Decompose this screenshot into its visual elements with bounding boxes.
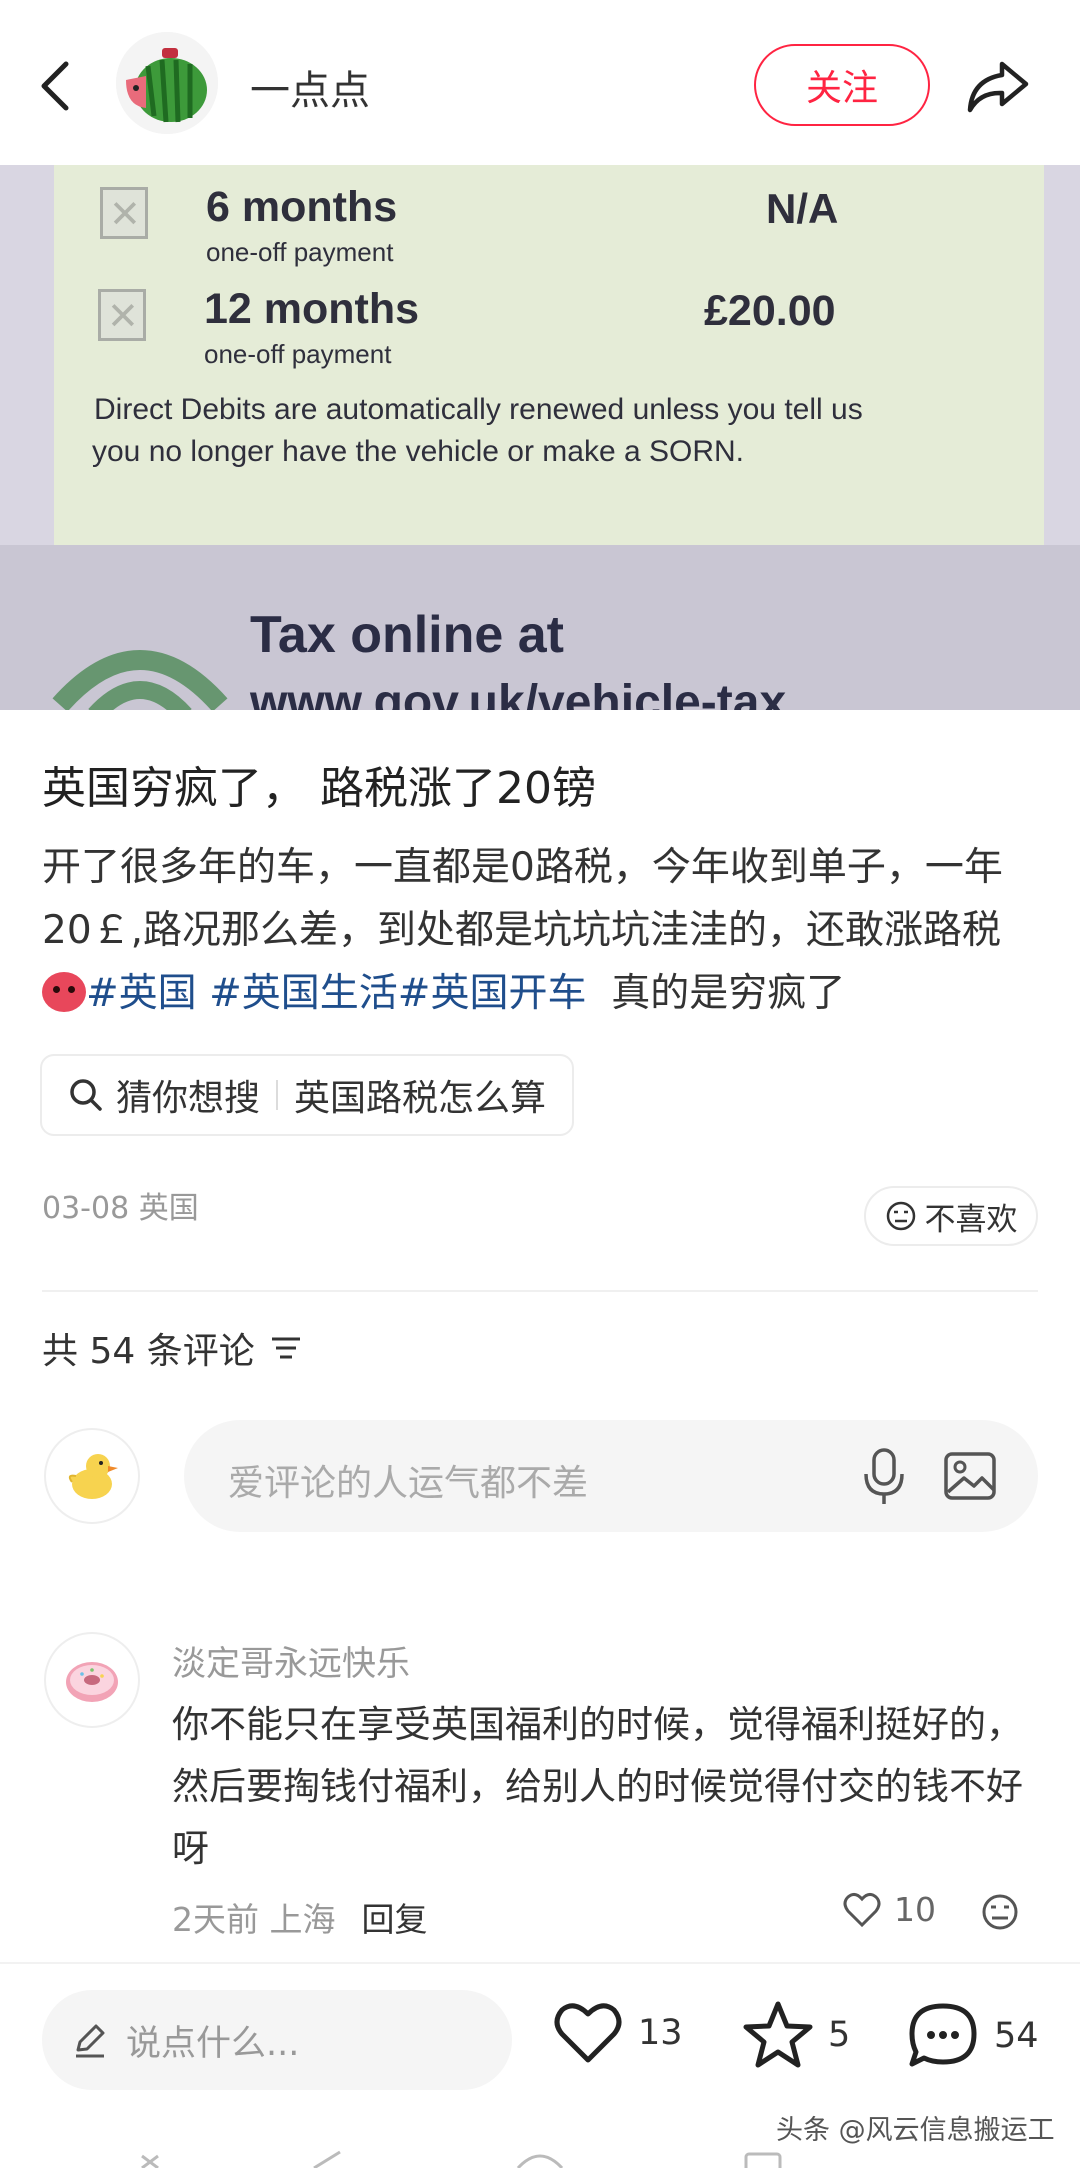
heart-icon (554, 2003, 622, 2063)
comment-dislike-button[interactable] (980, 1892, 1020, 1932)
commenter-name[interactable]: 淡定哥永远快乐 (172, 1636, 410, 1685)
nav-close-icon[interactable] (130, 2148, 170, 2168)
search-suggestion[interactable]: 猜你想搜 英国路税怎么算 (40, 1054, 575, 1136)
signal-logo-icon (52, 650, 228, 710)
search-icon (70, 1079, 102, 1111)
microphone-icon (864, 1448, 904, 1504)
comment-like-button[interactable]: 10 (842, 1890, 936, 1929)
suggestion-query: 英国路税怎么算 (294, 1078, 547, 1119)
checkbox-12-months (98, 289, 146, 341)
hashtag-uk-driving[interactable]: #英国开车 (398, 971, 587, 1016)
pencil-icon (76, 2024, 105, 2058)
watermelon-avatar-icon (116, 32, 218, 134)
term-6-months: 6 months (206, 183, 398, 231)
post-title: 英国穷疯了， 路税涨了20镑 (42, 763, 596, 814)
comment-meta: 2天前 上海 回复 (172, 1893, 428, 1941)
term-12-months: 12 months (204, 285, 420, 333)
follow-button[interactable]: 关注 (754, 44, 930, 126)
like-button[interactable]: 13 (552, 2000, 683, 2066)
hashtag-uk[interactable]: #英国 (86, 971, 197, 1016)
dislike-button[interactable]: 不喜欢 (864, 1186, 1038, 1246)
comment-input[interactable]: 爱评论的人运气都不差 (184, 1420, 1038, 1532)
donut-avatar-icon (66, 1662, 118, 1702)
reply-button[interactable]: 回复 (362, 1893, 428, 1941)
share-arrow-icon (967, 61, 1029, 113)
notice-line-1: Direct Debits are automatically renewed … (94, 393, 863, 426)
share-button[interactable] (962, 50, 1034, 122)
suggestion-prefix: 猜你想搜 (116, 1078, 261, 1119)
term-6-months-sub: one-off payment (206, 237, 394, 267)
suggestion-divider (276, 1080, 279, 1110)
my-avatar[interactable] (44, 1428, 140, 1524)
notice-line-2: you no longer have the vehicle or make a… (92, 435, 745, 468)
price-6-months: N/A (766, 185, 839, 232)
heart-icon (843, 1892, 881, 1927)
like-count: 13 (638, 2013, 683, 2053)
price-12-months: £20.00 (704, 287, 836, 335)
chat-bubble-icon (909, 2003, 977, 2067)
post-date-location: 03-08 英国 (42, 1191, 199, 1226)
back-button[interactable] (36, 56, 76, 116)
collect-count: 5 (828, 2015, 851, 2055)
commenter-avatar[interactable] (44, 1632, 140, 1728)
top-bar: 一点点 关注 (0, 0, 1080, 165)
hashtag-uk-life[interactable]: #英国生活 (209, 971, 398, 1016)
dislike-label: 不喜欢 (924, 1201, 1018, 1238)
say-something-placeholder: 说点什么... (126, 2023, 300, 2064)
comment-like-count: 10 (894, 1890, 936, 1929)
image-icon (944, 1452, 996, 1500)
section-divider (42, 1290, 1038, 1292)
post-photo[interactable]: 6 months one-off payment N/A 12 months o… (0, 165, 1080, 710)
term-12-months-sub: one-off payment (204, 339, 392, 369)
comment-text: 你不能只在享受英国福利的时候，觉得福利挺好的，然后要掏钱付福利，给别人的时候觉得… (172, 1703, 1023, 1870)
watermark: 头条 @风云信息搬运工 (776, 2115, 1055, 2146)
say-something-input[interactable]: 说点什么... (42, 1990, 512, 2090)
comment-time-location: 2天前 上海 (172, 1900, 336, 1939)
comment-button[interactable]: 54 (906, 2000, 1039, 2072)
post-body-text: 开了很多年的车，一直都是0路税，今年收到单子，一年20￡,路况那么差，到处都是坑… (42, 845, 1003, 953)
star-icon (743, 2001, 813, 2068)
nav-home-icon[interactable] (512, 2148, 568, 2168)
neutral-face-icon (982, 1894, 1018, 1930)
nav-back-icon[interactable] (300, 2148, 350, 2168)
comment-count: 共 54 条评论 (42, 1331, 255, 1372)
author-avatar[interactable] (116, 32, 218, 134)
nav-recents-icon[interactable] (738, 2148, 788, 2168)
checkbox-6-months (100, 187, 148, 239)
tax-online-heading: Tax online at (250, 606, 564, 664)
post-body-tail: 真的是穷疯了 (611, 971, 846, 1016)
tax-online-url: www.gov.uk/vehicle-tax (250, 676, 787, 710)
post-body: 开了很多年的车，一直都是0路税，今年收到单子，一年20￡,路况那么差，到处都是坑… (42, 836, 1042, 1025)
duck-avatar-icon (68, 1454, 118, 1499)
neutral-face-icon (886, 1201, 915, 1231)
author-name[interactable]: 一点点 (250, 58, 370, 116)
chevron-left-icon (41, 61, 69, 111)
bottom-action-bar: 说点什么... 13 5 54 (0, 1962, 1080, 2112)
voice-button[interactable] (856, 1446, 912, 1506)
comment-total: 54 (994, 2016, 1039, 2056)
comment-count-header: 共 54 条评论 (42, 1322, 303, 1374)
comment-input-placeholder: 爱评论的人运气都不差 (228, 1463, 589, 1504)
angry-face-icon (42, 972, 86, 1012)
image-button[interactable] (942, 1448, 998, 1504)
sort-icon[interactable] (269, 1334, 303, 1362)
collect-button[interactable]: 5 (742, 2000, 850, 2070)
